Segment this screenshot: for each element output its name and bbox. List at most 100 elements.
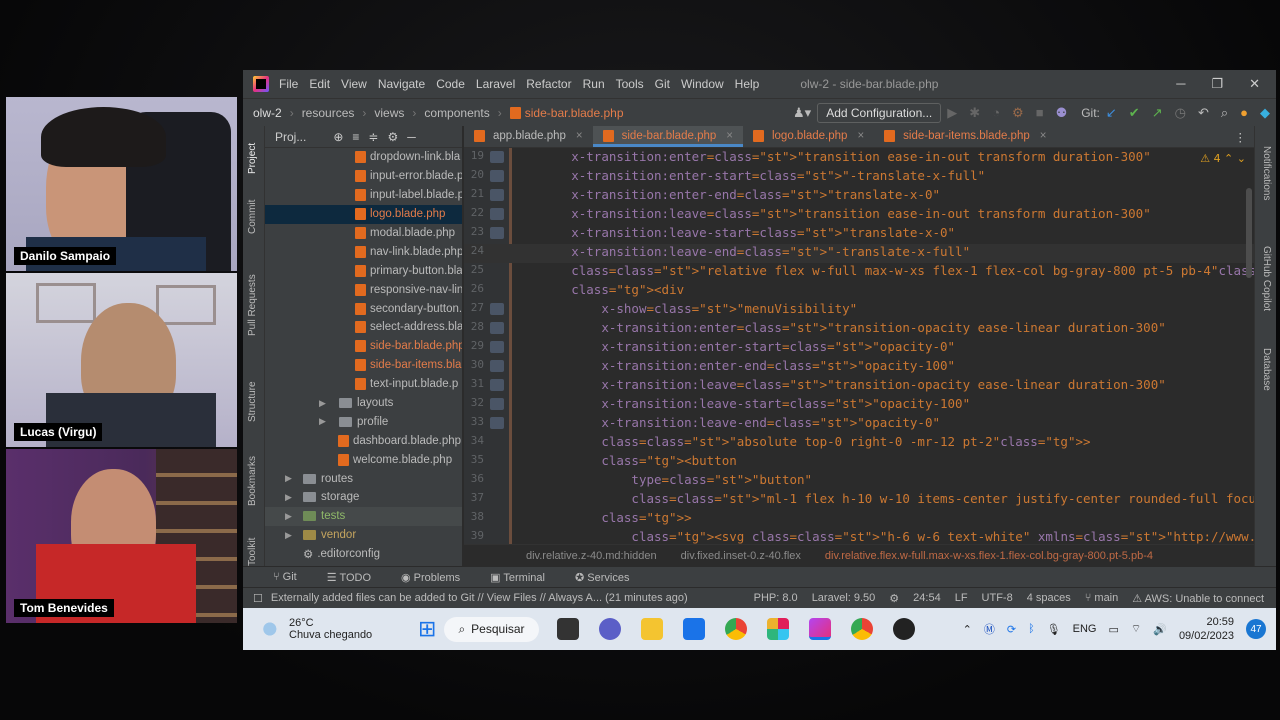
minimize-icon[interactable]: ─ xyxy=(1176,76,1185,92)
tray-sync-icon[interactable]: ⟳ xyxy=(1007,623,1016,636)
code-line[interactable]: 24 x-transition:leave-end=class="st">"-t… xyxy=(464,244,1254,263)
code-line[interactable]: 26 class="tg"><div xyxy=(464,282,1254,301)
code-line[interactable]: 32 x-transition:leave-start=class="st">"… xyxy=(464,396,1254,415)
notification-badge[interactable]: 47 xyxy=(1246,619,1266,639)
chevron-right-icon[interactable]: ▶ xyxy=(285,511,297,522)
rollback-icon[interactable]: ↶ xyxy=(1198,105,1209,121)
php-version[interactable]: PHP: 8.0 xyxy=(754,592,798,605)
search-icon[interactable]: ⌕ xyxy=(1221,105,1228,121)
tree-item[interactable]: logo.blade.php xyxy=(265,204,462,224)
code-line[interactable]: 21 x-transition:enter-end=class="st">"tr… xyxy=(464,187,1254,206)
code-crumb[interactable]: div.relative.flex.w-full.max-w-xs.flex-1… xyxy=(825,550,1153,562)
code-line[interactable]: 39 class="tg"><svg class=class="st">"h-6… xyxy=(464,529,1254,544)
close-tab-icon[interactable]: × xyxy=(576,130,583,147)
code-crumb[interactable]: div.fixed.inset-0.z-40.flex xyxy=(681,550,801,562)
tool-tab-pull-requests[interactable]: Pull Requests xyxy=(247,274,258,336)
menu-item[interactable]: Laravel xyxy=(476,77,515,91)
debug-icon[interactable]: ✱ xyxy=(969,105,980,121)
tree-folder[interactable]: ▶ tests xyxy=(265,506,462,526)
clock[interactable]: 20:59 09/02/2023 xyxy=(1179,615,1234,643)
code-line[interactable]: 19 x-transition:enter=class="st">"transi… xyxy=(464,149,1254,168)
tree-item[interactable]: text-input.blade.p xyxy=(265,375,462,394)
breadcrumb-item[interactable]: components xyxy=(424,106,489,120)
chevron-right-icon[interactable]: ▶ xyxy=(319,416,331,427)
menu-item[interactable]: Help xyxy=(735,77,760,91)
store-icon[interactable] xyxy=(682,618,705,640)
code-line[interactable]: 25 class=class="st">"relative flex w-ful… xyxy=(464,263,1254,282)
settings-gear-icon[interactable]: ⚙ xyxy=(387,130,398,144)
tree-item[interactable]: ⚙ .editorconfig xyxy=(265,545,462,564)
git-tool-button[interactable]: ⑂ Git xyxy=(273,571,297,583)
tool-tab-structure[interactable]: Structure xyxy=(247,381,258,422)
tree-folder[interactable]: ▶ layouts xyxy=(265,394,462,413)
add-configuration-button[interactable]: Add Configuration... xyxy=(817,102,942,123)
tree-folder[interactable]: ▶ storage xyxy=(265,488,462,507)
tree-item[interactable]: nav-link.blade.php xyxy=(265,242,462,261)
collapse-all-icon[interactable]: ≑ xyxy=(368,130,378,144)
network-icon[interactable]: ⌔ xyxy=(1131,622,1141,636)
status-checkbox-icon[interactable]: ☐ xyxy=(253,592,263,605)
chrome-profile-icon[interactable] xyxy=(850,618,873,640)
weather-widget[interactable]: 26°C Chuva chegando xyxy=(243,617,418,641)
chevron-right-icon[interactable]: ▶ xyxy=(285,473,297,484)
code-line[interactable]: 20 x-transition:enter-start=class="st">"… xyxy=(464,168,1254,187)
breadcrumb-item[interactable]: olw-2 xyxy=(253,106,282,120)
warnings-indicator[interactable]: ⚠ 4 ⌃ ⌄ xyxy=(1200,152,1246,165)
breadcrumb-item[interactable]: resources xyxy=(302,106,355,120)
chevron-right-icon[interactable]: ▶ xyxy=(285,492,297,503)
tool-tab-bookmarks[interactable]: Bookmarks xyxy=(247,456,258,506)
git-update-icon[interactable]: ↙ xyxy=(1106,105,1117,121)
locate-icon[interactable]: ⊕ xyxy=(333,130,343,144)
code-line[interactable]: 35 class="tg"><button xyxy=(464,453,1254,472)
tree-item[interactable]: input-label.blade.p xyxy=(265,186,462,205)
code-line[interactable]: 36 type=class="st">"button" xyxy=(464,472,1254,491)
tree-folder[interactable]: ▶ routes xyxy=(265,469,462,488)
teams-icon[interactable] xyxy=(598,618,621,640)
indent-setting[interactable]: 4 spaces xyxy=(1027,592,1071,605)
tree-folder[interactable]: ▶ profile xyxy=(265,412,462,431)
close-tab-icon[interactable]: × xyxy=(857,130,864,147)
obs-icon[interactable] xyxy=(892,618,915,640)
project-view-selector[interactable]: Proj... xyxy=(275,130,306,144)
chevron-right-icon[interactable]: ▶ xyxy=(285,530,297,541)
tool-tab-commit[interactable]: Commit xyxy=(247,200,258,234)
close-icon[interactable]: ✕ xyxy=(1249,76,1260,92)
chevron-up-icon[interactable]: ⌃ xyxy=(963,623,972,636)
tool-tab-toolkit[interactable]: Toolkit xyxy=(247,538,258,566)
services-tool-button[interactable]: ✪ Services xyxy=(575,571,629,584)
task-view-icon[interactable] xyxy=(556,618,579,640)
editor-tab[interactable]: app.blade.php × xyxy=(464,126,593,147)
status-message[interactable]: Externally added files can be added to G… xyxy=(271,592,688,604)
laravel-version[interactable]: Laravel: 9.50 xyxy=(812,592,876,605)
chevron-right-icon[interactable]: ▶ xyxy=(319,398,331,409)
close-tab-icon[interactable]: × xyxy=(1040,130,1047,147)
db-icon[interactable]: ⚙ xyxy=(889,592,899,605)
more-tabs-icon[interactable]: ⋮ xyxy=(1227,126,1255,147)
menu-item[interactable]: Refactor xyxy=(526,77,571,91)
line-separator[interactable]: LF xyxy=(955,592,968,605)
maximize-icon[interactable]: ❐ xyxy=(1211,76,1223,92)
tree-item[interactable]: secondary-button. xyxy=(265,299,462,318)
keyboard-language[interactable]: ENG xyxy=(1073,623,1097,635)
tree-item[interactable]: dashboard.blade.php xyxy=(265,431,462,450)
tree-item[interactable]: responsive-nav-lin xyxy=(265,280,462,299)
tree-item[interactable]: dropdown-link.bla xyxy=(265,148,462,167)
editor-tab-active[interactable]: side-bar.blade.php × xyxy=(592,126,743,147)
editor-tab[interactable]: side-bar-items.blade.php × xyxy=(874,126,1056,147)
git-commit-icon[interactable]: ✔ xyxy=(1129,105,1140,121)
menu-item[interactable]: Edit xyxy=(309,77,330,91)
close-tab-icon[interactable]: × xyxy=(726,130,733,144)
problems-tool-button[interactable]: ◉ Problems xyxy=(401,571,460,584)
code-line[interactable]: 22 x-transition:leave=class="st">"transi… xyxy=(464,206,1254,225)
tree-item[interactable]: input-error.blade.p xyxy=(265,167,462,186)
menu-item[interactable]: File xyxy=(279,77,298,91)
breadcrumb-item[interactable]: side-bar.blade.php xyxy=(525,106,624,120)
coverage-icon[interactable]: ⚙ xyxy=(1012,105,1024,121)
todo-tool-button[interactable]: ☰ TODO xyxy=(327,571,371,584)
profile-icon[interactable]: ◔ xyxy=(992,105,1000,120)
git-push-icon[interactable]: ↗ xyxy=(1152,105,1163,121)
tree-item[interactable]: welcome.blade.php xyxy=(265,450,462,469)
code-line[interactable]: 29 x-transition:enter-start=class="st">"… xyxy=(464,339,1254,358)
volume-icon[interactable]: 🔊 xyxy=(1153,623,1167,636)
code-line[interactable]: 31 x-transition:leave=class="st">"transi… xyxy=(464,377,1254,396)
